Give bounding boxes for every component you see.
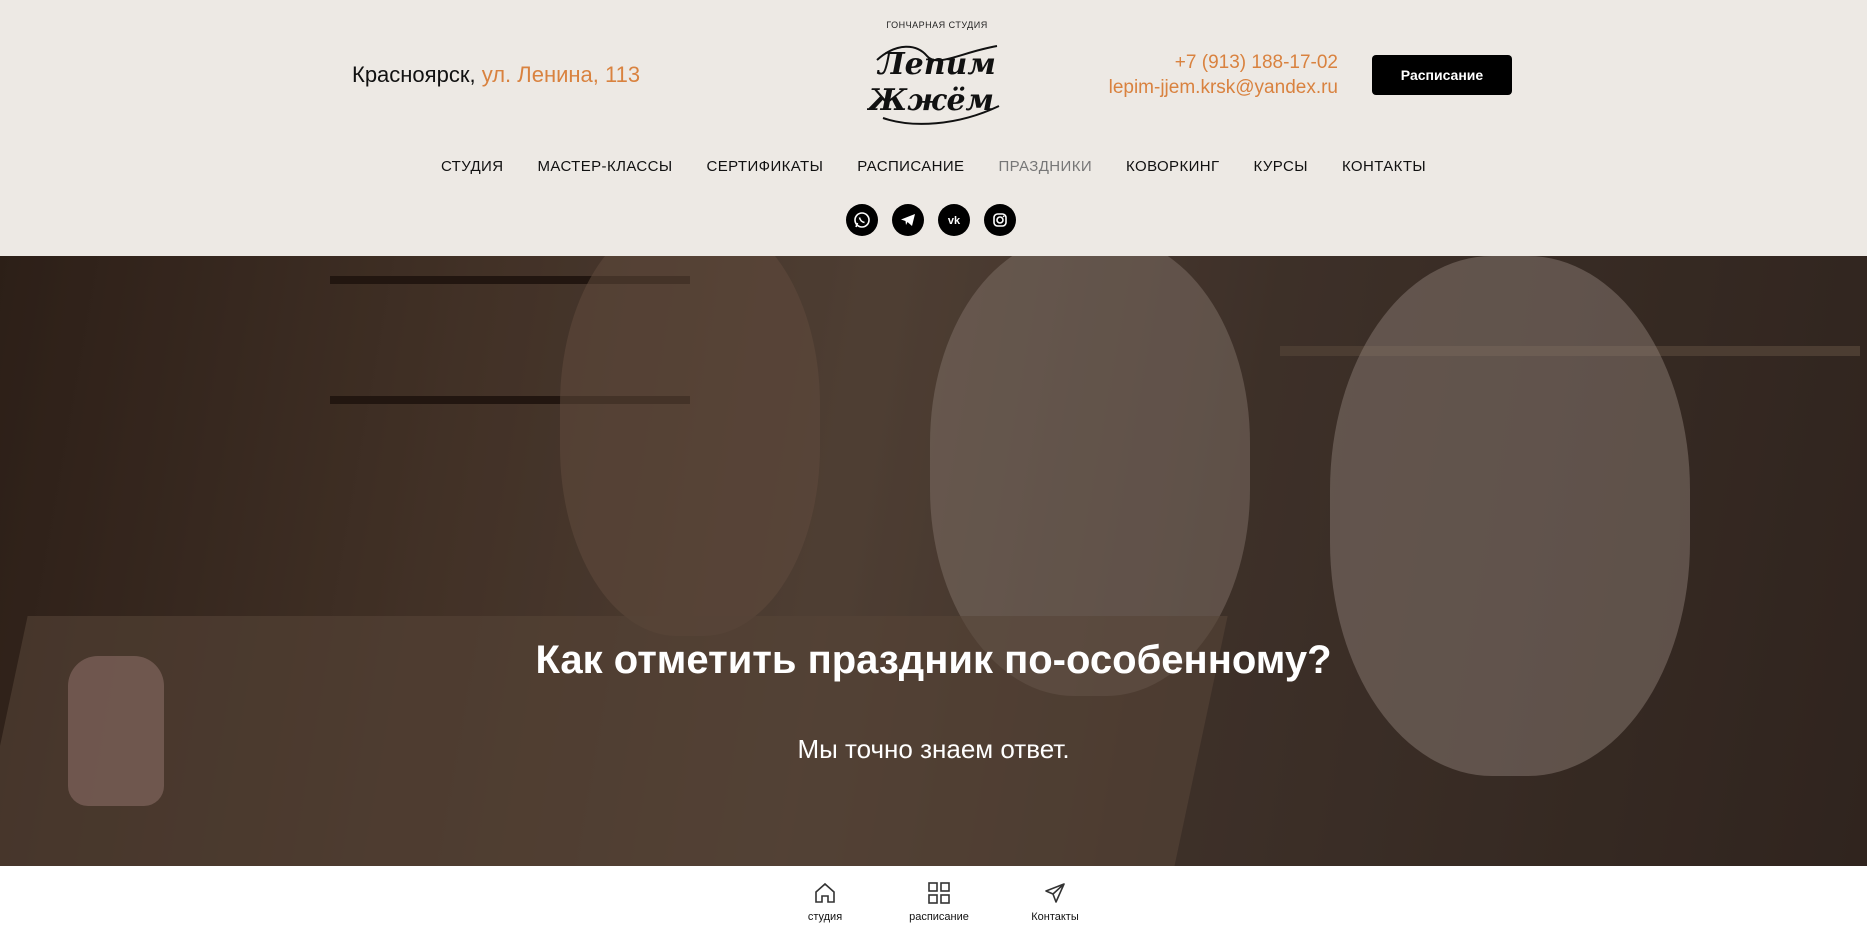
home-icon <box>815 882 835 903</box>
telegram-icon[interactable] <box>892 204 924 236</box>
hero-title: Как отметить праздник по-особенному? <box>535 638 1332 682</box>
social-links: vk <box>846 204 1016 236</box>
bottom-nav-contacts[interactable]: Контакты <box>995 880 1115 923</box>
address-street[interactable]: ул. Ленина, 113 <box>482 62 640 87</box>
bottom-nav-schedule[interactable]: расписание <box>879 880 999 923</box>
bottom-nav-studio[interactable]: студия <box>765 880 885 923</box>
hero-overlay <box>0 256 1867 866</box>
nav-item-coworking[interactable]: КОВОРКИНГ <box>1126 158 1220 175</box>
nav-item-certificates[interactable]: СЕРТИФИКАТЫ <box>707 158 824 175</box>
logo-tagline: гончарная студия <box>886 20 988 30</box>
site-header: Красноярск, ул. Ленина, 113 гончарная ст… <box>0 0 1867 256</box>
whatsapp-icon[interactable] <box>846 204 878 236</box>
bottom-nav-label: студия <box>807 911 843 923</box>
bottom-nav-bar: студия расписание Контакты <box>0 866 1867 933</box>
hero-banner: Как отметить праздник по-особенному? Мы … <box>0 256 1867 866</box>
logo-lettering-icon: Лепим Жжём <box>867 45 1000 125</box>
schedule-button[interactable]: Расписание <box>1372 55 1512 95</box>
send-icon <box>1045 883 1065 903</box>
bottom-nav-label: расписание <box>909 911 969 923</box>
grid-icon <box>928 882 950 904</box>
nav-item-holidays[interactable]: ПРАЗДНИКИ <box>998 158 1092 175</box>
nav-item-master-classes[interactable]: МАСТЕР-КЛАССЫ <box>537 158 672 175</box>
main-nav: СТУДИЯ МАСТЕР-КЛАССЫ СЕРТИФИКАТЫ РАСПИСА… <box>0 158 1867 175</box>
studio-logo[interactable]: гончарная студия Лепим Жжём <box>862 18 1012 130</box>
nav-item-schedule[interactable]: РАСПИСАНИЕ <box>857 158 964 175</box>
phone-link[interactable]: +7 (913) 188-17-02 <box>1109 50 1338 75</box>
bottom-nav-label: Контакты <box>1031 911 1079 923</box>
svg-text:Жжём: Жжём <box>867 83 994 118</box>
address: Красноярск, ул. Ленина, 113 <box>352 62 640 88</box>
email-link[interactable]: lepim-jjem.krsk@yandex.ru <box>1109 75 1338 100</box>
instagram-icon[interactable] <box>984 204 1016 236</box>
nav-item-studio[interactable]: СТУДИЯ <box>441 158 504 175</box>
svg-text:Лепим: Лепим <box>876 47 996 82</box>
svg-text:vk: vk <box>948 215 961 227</box>
nav-item-courses[interactable]: КУРСЫ <box>1254 158 1308 175</box>
hero-subtitle: Мы точно знаем ответ. <box>797 734 1070 764</box>
nav-item-contacts[interactable]: КОНТАКТЫ <box>1342 158 1426 175</box>
contacts-block: +7 (913) 188-17-02 lepim-jjem.krsk@yande… <box>1109 50 1338 100</box>
address-city: Красноярск, <box>352 62 476 87</box>
vk-icon[interactable]: vk <box>938 204 970 236</box>
